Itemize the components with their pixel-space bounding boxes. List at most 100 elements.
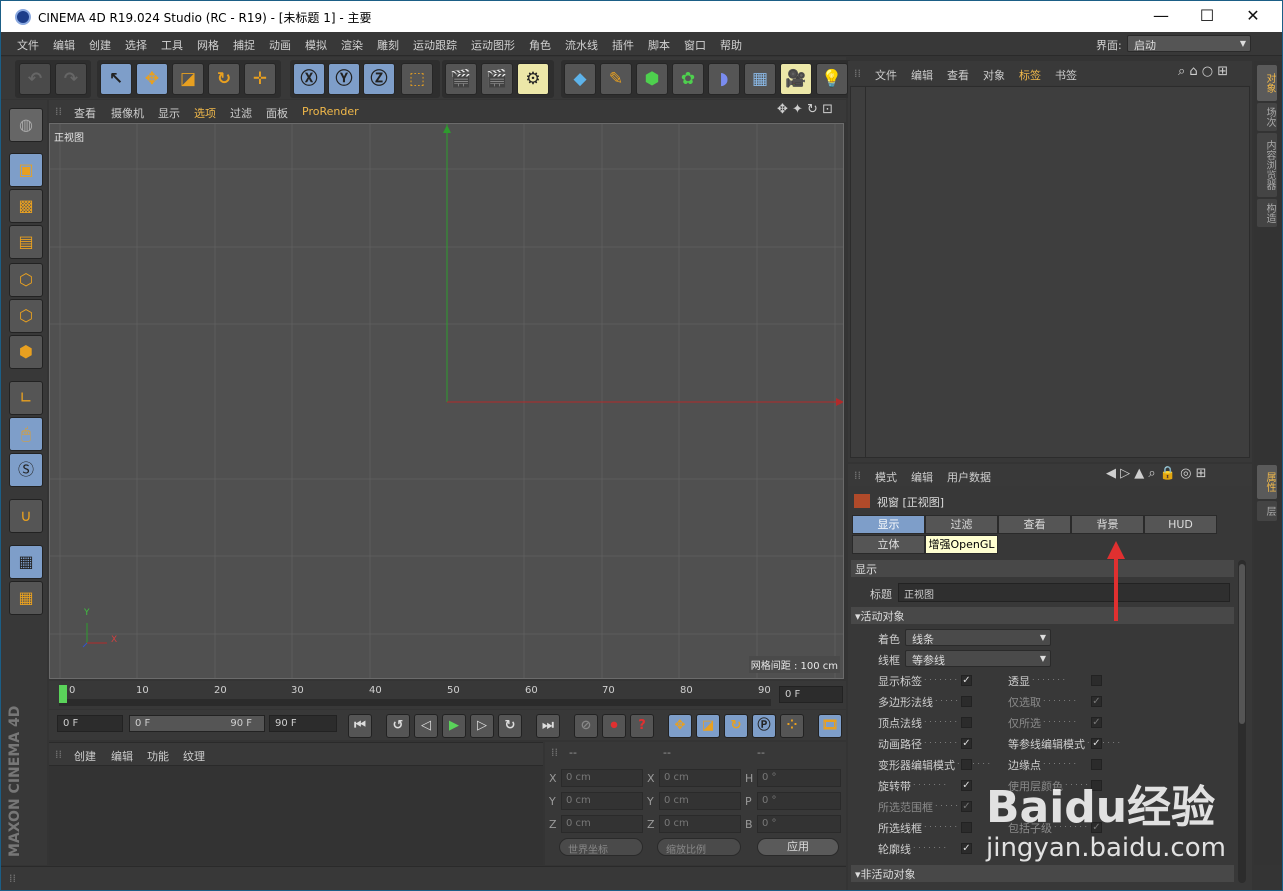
viewport-front[interactable]: 正视图 Y X 网格间距 : 100 cm	[49, 123, 844, 679]
drag-handle-icon[interactable]: ⁞⁞	[9, 872, 16, 885]
property-checkbox[interactable]: ✓	[961, 843, 972, 854]
axis-mode-button[interactable]: ∟	[9, 381, 43, 415]
start-frame-field[interactable]: 0 F	[57, 715, 123, 732]
render-settings-button[interactable]: ⚙	[517, 63, 549, 95]
deformer-button[interactable]: ◗	[708, 63, 740, 95]
cube-button[interactable]: ◆	[564, 63, 596, 95]
menu-character[interactable]: 角色	[529, 37, 551, 53]
viewport-menu-filter[interactable]: 过滤	[230, 105, 252, 121]
autokey-button[interactable]: ⏺	[602, 714, 626, 738]
object-list[interactable]	[850, 86, 1250, 458]
property-checkbox[interactable]	[1091, 759, 1102, 770]
light-button[interactable]: 💡	[816, 63, 848, 95]
tab-enhanced-opengl[interactable]: 增强OpenGL	[925, 535, 998, 554]
pos-y-field[interactable]: 0 cm	[561, 792, 643, 810]
property-checkbox[interactable]: ✓	[1091, 717, 1102, 728]
size-z-field[interactable]: 0 cm	[659, 815, 741, 833]
points-mode-button[interactable]: ⬡	[9, 263, 43, 297]
object-manager-icons[interactable]: ⌕ ⌂ ○ ⊞	[1178, 64, 1228, 79]
menu-edit[interactable]: 编辑	[53, 37, 75, 53]
make-editable-button[interactable]: ◍	[9, 108, 43, 142]
apply-button[interactable]: 应用	[757, 838, 839, 856]
close-button[interactable]: ✕	[1238, 5, 1268, 27]
menu-pipeline[interactable]: 流水线	[565, 37, 598, 53]
snap-button[interactable]: Ⓢ	[9, 453, 43, 487]
property-checkbox[interactable]	[961, 822, 972, 833]
drag-handle-icon[interactable]: ⁞⁞	[55, 748, 62, 761]
timeline-playhead[interactable]	[59, 685, 67, 703]
drag-handle-icon[interactable]: ⁞⁞	[55, 105, 62, 118]
coordinate-system-button[interactable]: ⬚	[401, 63, 433, 95]
next-frame-button[interactable]: ▷	[470, 714, 494, 738]
object-menu-view[interactable]: 查看	[947, 67, 969, 83]
key-position-button[interactable]: ✥	[668, 714, 692, 738]
minimize-button[interactable]: —	[1146, 5, 1176, 27]
pos-x-field[interactable]: 0 cm	[561, 769, 643, 787]
menu-motion-tracking[interactable]: 运动跟踪	[413, 37, 457, 53]
texture-mode-button[interactable]: ▩	[9, 189, 43, 223]
viewport-menu-view[interactable]: 查看	[74, 105, 96, 121]
title-input[interactable]: 正视图	[898, 583, 1230, 602]
drag-handle-icon[interactable]: ⁞⁞	[551, 746, 558, 759]
tab-filter[interactable]: 过滤	[925, 515, 998, 534]
material-menu-texture[interactable]: 纹理	[183, 748, 205, 764]
menu-plugins[interactable]: 插件	[612, 37, 634, 53]
attribute-nav-icons[interactable]: ◀ ▷ ▲ ⌕ 🔒 ◎ ⊞	[1106, 466, 1207, 481]
drag-handle-icon[interactable]: ⁞⁞	[854, 67, 861, 80]
tab-stereo[interactable]: 立体	[852, 535, 925, 554]
viewport-nav-icons[interactable]: ✥ ✦ ↻ ⊡	[777, 102, 833, 117]
camera-button[interactable]: 🎥	[780, 63, 812, 95]
workplane-mode-button[interactable]: ▤	[9, 225, 43, 259]
live-select-button[interactable]: ↖	[100, 63, 132, 95]
subdivision-button[interactable]: ⬢	[636, 63, 668, 95]
undo-button[interactable]: ↶	[19, 63, 51, 95]
rot-h-field[interactable]: 0 °	[757, 769, 841, 787]
tab-background[interactable]: 背景	[1071, 515, 1144, 534]
tab-display[interactable]: 显示	[852, 515, 925, 534]
property-checkbox[interactable]: ✓	[961, 801, 972, 812]
timeline[interactable]: 0 10 20 30 40 50 60 70 80 90 0 F	[49, 681, 846, 709]
menu-simulate[interactable]: 模拟	[305, 37, 327, 53]
material-menu-create[interactable]: 创建	[74, 748, 96, 764]
prev-key-button[interactable]: ↺	[386, 714, 410, 738]
workplane-align-button[interactable]: ▦	[9, 581, 43, 615]
attr-menu-mode[interactable]: 模式	[875, 469, 897, 485]
tab-takes[interactable]: 场次	[1257, 103, 1277, 131]
recent-tools-button[interactable]: ✛	[244, 63, 276, 95]
world-coordinates-dropdown[interactable]: 世界坐标	[559, 838, 643, 856]
menu-tools[interactable]: 工具	[161, 37, 183, 53]
cloner-button[interactable]: ✿	[672, 63, 704, 95]
model-mode-button[interactable]: ▣	[9, 153, 43, 187]
attribute-scrollbar[interactable]	[1238, 560, 1246, 883]
tab-objects[interactable]: 对象	[1257, 65, 1277, 101]
go-to-start-button[interactable]: ⏮	[348, 714, 372, 738]
object-menu-tags[interactable]: 标签	[1019, 67, 1041, 83]
pen-button[interactable]: ✎	[600, 63, 632, 95]
viewport-menu-display[interactable]: 显示	[158, 105, 180, 121]
scale-dropdown[interactable]: 缩放比例	[657, 838, 741, 856]
workplane-lock-button[interactable]: ▦	[9, 545, 43, 579]
floor-button[interactable]: ▦	[744, 63, 776, 95]
material-menu-edit[interactable]: 编辑	[111, 748, 133, 764]
menu-script[interactable]: 脚本	[648, 37, 670, 53]
scale-button[interactable]: ◪	[172, 63, 204, 95]
tab-hud[interactable]: HUD	[1144, 515, 1217, 534]
object-menu-edit[interactable]: 编辑	[911, 67, 933, 83]
tab-layers[interactable]: 层	[1257, 501, 1277, 521]
property-checkbox[interactable]	[961, 717, 972, 728]
property-checkbox[interactable]: ✓	[961, 738, 972, 749]
menu-window[interactable]: 窗口	[684, 37, 706, 53]
move-button[interactable]: ✥	[136, 63, 168, 95]
go-to-end-button[interactable]: ⏭	[536, 714, 560, 738]
property-checkbox[interactable]: ✓	[961, 675, 972, 686]
prev-frame-button[interactable]: ◁	[414, 714, 438, 738]
timeline-window-button[interactable]: 🎞	[818, 714, 842, 738]
y-axis-lock-button[interactable]: Ⓨ	[328, 63, 360, 95]
material-manager[interactable]: ⁞⁞ 创建 编辑 功能 纹理	[49, 742, 543, 865]
play-button[interactable]: ▶	[442, 714, 466, 738]
size-y-field[interactable]: 0 cm	[659, 792, 741, 810]
menu-snap[interactable]: 捕捉	[233, 37, 255, 53]
tab-content-browser[interactable]: 内容浏览器	[1257, 133, 1277, 197]
property-checkbox[interactable]: ✓	[1091, 738, 1102, 749]
preview-range-slider[interactable]: 0 F 90 F	[129, 715, 265, 732]
